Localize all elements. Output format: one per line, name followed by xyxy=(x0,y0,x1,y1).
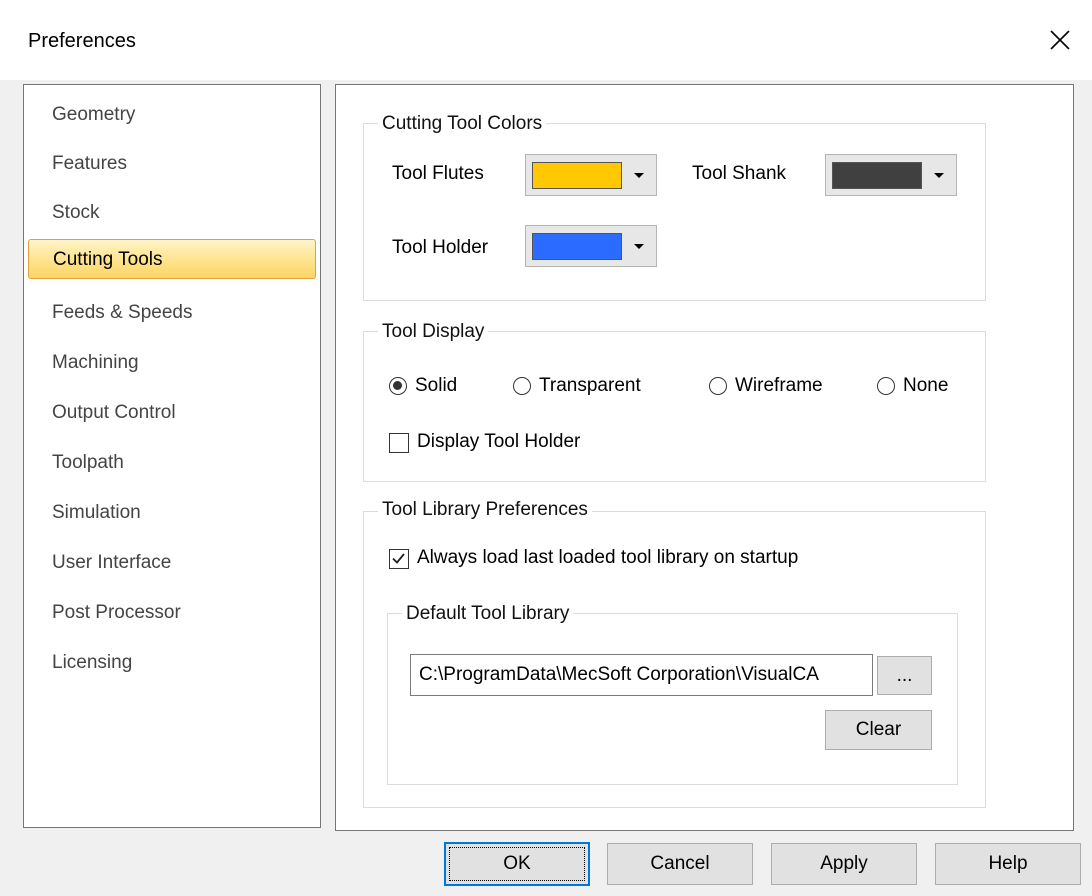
nav-item-cutting-tools[interactable]: Cutting Tools xyxy=(28,239,316,279)
tool-library-legend: Tool Library Preferences xyxy=(378,499,592,521)
browse-button[interactable]: ... xyxy=(877,656,932,695)
tool-flutes-swatch xyxy=(532,162,622,189)
nav-item-geometry[interactable]: Geometry xyxy=(52,95,135,135)
tool-shank-label: Tool Shank xyxy=(692,163,787,184)
chevron-down-icon xyxy=(634,173,644,178)
nav-item-user-interface[interactable]: User Interface xyxy=(52,543,171,583)
cutting-tool-colors-legend: Cutting Tool Colors xyxy=(378,113,547,135)
cancel-button[interactable]: Cancel xyxy=(607,843,753,885)
tool-shank-swatch xyxy=(832,162,922,189)
nav-item-features[interactable]: Features xyxy=(52,144,127,184)
nav-item-licensing[interactable]: Licensing xyxy=(52,643,132,683)
settings-panel: Cutting Tool Colors Tool Flutes Tool Sha… xyxy=(335,84,1074,831)
radio-solid-label[interactable]: Solid xyxy=(415,375,457,397)
nav-item-toolpath[interactable]: Toolpath xyxy=(52,443,124,483)
nav-item-post-processor[interactable]: Post Processor xyxy=(52,593,181,633)
nav-item-machining[interactable]: Machining xyxy=(52,343,139,383)
tool-flutes-label: Tool Flutes xyxy=(392,163,484,184)
display-tool-holder-label[interactable]: Display Tool Holder xyxy=(417,431,580,453)
chevron-down-icon xyxy=(634,244,644,249)
nav-item-simulation[interactable]: Simulation xyxy=(52,493,141,533)
checkmark-icon xyxy=(392,553,405,564)
help-button[interactable]: Help xyxy=(935,843,1081,885)
chevron-down-icon xyxy=(934,173,944,178)
radio-none[interactable] xyxy=(877,377,895,395)
nav-item-feeds-speeds[interactable]: Feeds & Speeds xyxy=(52,293,192,333)
radio-wireframe[interactable] xyxy=(709,377,727,395)
display-tool-holder-checkbox[interactable] xyxy=(389,433,409,453)
ok-button[interactable]: OK xyxy=(444,842,590,886)
title-bar: Preferences xyxy=(0,0,1092,80)
window-title: Preferences xyxy=(28,30,136,52)
default-tool-library-legend: Default Tool Library xyxy=(402,603,574,625)
tool-flutes-color-picker[interactable] xyxy=(525,154,657,196)
tool-holder-color-picker[interactable] xyxy=(525,225,657,267)
tool-library-path-input[interactable]: C:\ProgramData\MecSoft Corporation\Visua… xyxy=(410,654,873,696)
always-load-checkbox[interactable] xyxy=(389,549,409,569)
radio-solid[interactable] xyxy=(389,377,407,395)
radio-dot xyxy=(393,381,402,390)
always-load-label[interactable]: Always load last loaded tool library on … xyxy=(417,547,798,569)
tool-display-legend: Tool Display xyxy=(378,321,489,343)
nav-item-output-control[interactable]: Output Control xyxy=(52,393,176,433)
radio-none-label[interactable]: None xyxy=(903,375,948,397)
clear-button[interactable]: Clear xyxy=(825,710,932,750)
radio-transparent[interactable] xyxy=(513,377,531,395)
tool-holder-label: Tool Holder xyxy=(392,237,489,258)
apply-button[interactable]: Apply xyxy=(771,843,917,885)
cutting-tool-colors-group xyxy=(363,123,986,301)
tool-display-group xyxy=(363,331,986,482)
focus-rect xyxy=(449,847,585,881)
radio-transparent-label[interactable]: Transparent xyxy=(539,375,641,397)
tool-holder-swatch xyxy=(532,233,622,260)
close-icon[interactable] xyxy=(1042,22,1078,58)
nav-item-stock[interactable]: Stock xyxy=(52,193,100,233)
category-list[interactable]: Geometry Features Stock Cutting Tools Fe… xyxy=(23,84,321,828)
radio-wireframe-label[interactable]: Wireframe xyxy=(735,375,823,397)
default-tool-library-group xyxy=(387,613,958,785)
tool-shank-color-picker[interactable] xyxy=(825,154,957,196)
